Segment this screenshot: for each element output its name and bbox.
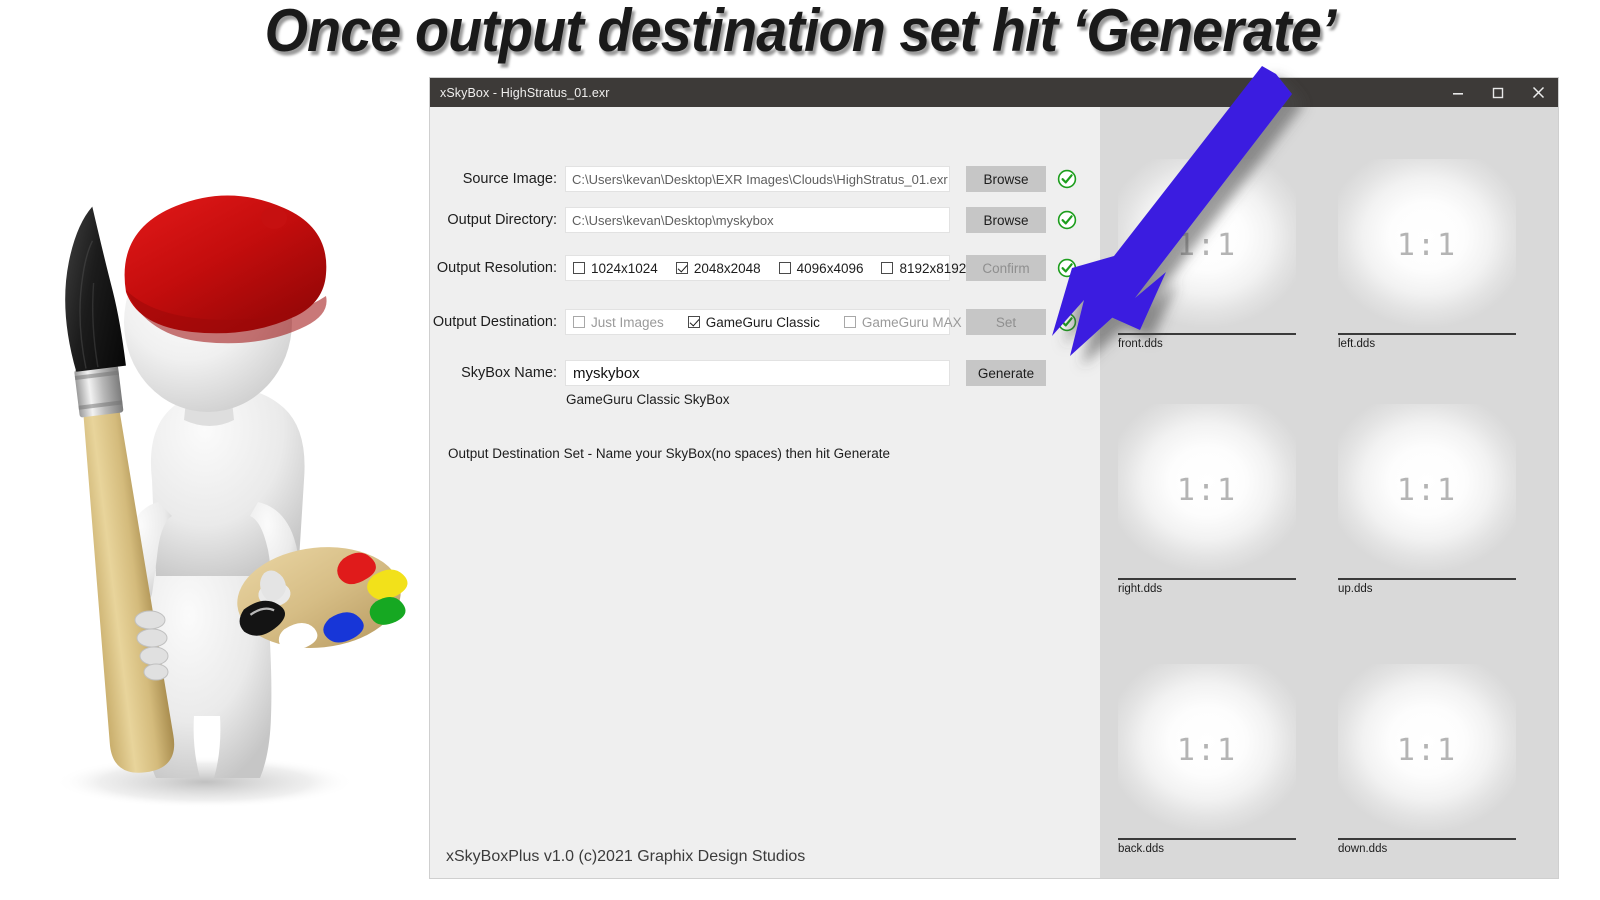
screenshot-root: xSkyBox - HighStratus_01.exr Source Imag… xyxy=(0,0,1600,900)
window-titlebar[interactable]: xSkyBox - HighStratus_01.exr xyxy=(430,78,1558,107)
source-image-input[interactable]: C:\Users\kevan\Desktop\EXR Images\Clouds… xyxy=(565,166,950,192)
checkbox-label-1024: 1024x1024 xyxy=(591,260,658,276)
thumbnail-ratio-down: 1:1 xyxy=(1396,732,1458,768)
source-browse-button[interactable]: Browse xyxy=(966,166,1046,192)
checkbox-box-gameguru-max xyxy=(843,316,856,328)
thumbnail-ratio-back: 1:1 xyxy=(1176,732,1238,768)
checkbox-box-2048 xyxy=(675,262,688,274)
thumbnail-down[interactable]: 1:1 down.dds xyxy=(1338,664,1516,862)
window-client-area: Source Image: C:\Users\kevan\Desktop\EXR… xyxy=(430,107,1558,878)
check-ok-icon-directory xyxy=(1057,210,1077,230)
thumbnail-ratio-up: 1:1 xyxy=(1396,472,1458,508)
thumbnail-left[interactable]: 1:1 left.dds xyxy=(1338,159,1516,357)
close-icon[interactable] xyxy=(1518,78,1558,107)
thumbnail-rule-down xyxy=(1338,838,1516,840)
checkbox-just-images[interactable]: Just Images xyxy=(573,315,664,330)
checkbox-box-1024 xyxy=(573,262,585,274)
window-controls xyxy=(1438,78,1558,107)
checkbox-label-gameguru-max: GameGuru MAX xyxy=(861,314,962,330)
thumbnail-right[interactable]: 1:1 right.dds xyxy=(1118,404,1296,602)
checkbox-label-4096: 4096x4096 xyxy=(796,260,864,276)
thumbnail-label-left: left.dds xyxy=(1338,338,1376,350)
settings-form: Source Image: C:\Users\kevan\Desktop\EXR… xyxy=(430,107,1100,878)
label-output-resolution: Output Resolution: xyxy=(436,260,557,276)
app-footer-text: xSkyBoxPlus v1.0 (c)2021 Graphix Design … xyxy=(446,848,806,865)
checkbox-box-8192 xyxy=(881,262,894,274)
skybox-name-input[interactable]: myskybox xyxy=(565,360,950,386)
mascot-illustration xyxy=(0,150,430,850)
thumbnail-back[interactable]: 1:1 back.dds xyxy=(1118,664,1296,862)
thumbnail-image-left: 1:1 xyxy=(1338,159,1516,331)
thumbnail-up[interactable]: 1:1 up.dds xyxy=(1338,404,1516,602)
checkbox-label-8192: 8192x8192 xyxy=(899,260,967,276)
confirm-button[interactable]: Confirm xyxy=(966,255,1046,281)
checkbox-1024x1024[interactable]: 1024x1024 xyxy=(573,261,658,276)
preview-panel: 1:1 front.dds 1:1 left.dds 1:1 right.dds… xyxy=(1100,107,1558,878)
checkbox-label-2048: 2048x2048 xyxy=(693,260,761,276)
resolution-options-group: 1024x1024 2048x2048 4096x4096 8192x8192 xyxy=(565,255,966,281)
thumbnail-ratio-front: 1:1 xyxy=(1176,227,1238,263)
output-directory-input[interactable]: C:\Users\kevan\Desktop\myskybox xyxy=(565,207,950,233)
destination-options-group: Just Images GameGuru Classic GameGuru MA… xyxy=(565,309,962,335)
directory-browse-button[interactable]: Browse xyxy=(966,207,1046,233)
thumbnail-rule-up xyxy=(1338,578,1516,580)
annotation-headline: Once output destination set hit ‘Generat… xyxy=(264,0,1337,64)
checkbox-box-4096 xyxy=(778,262,791,274)
thumbnail-rule-right xyxy=(1118,578,1296,580)
thumbnail-image-down: 1:1 xyxy=(1338,664,1516,836)
checkbox-label-just-images: Just Images xyxy=(591,314,664,330)
status-message: Output Destination Set - Name your SkyBo… xyxy=(448,446,890,461)
thumbnail-image-front: 1:1 xyxy=(1118,159,1296,331)
checkbox-box-gameguru-classic xyxy=(687,316,700,328)
generate-button[interactable]: Generate xyxy=(966,360,1046,386)
maximize-icon[interactable] xyxy=(1478,78,1518,107)
thumbnail-image-back: 1:1 xyxy=(1118,664,1296,836)
checkbox-8192x8192[interactable]: 8192x8192 xyxy=(881,261,966,276)
thumbnail-label-down: down.dds xyxy=(1338,843,1388,855)
label-output-directory: Output Directory: xyxy=(447,212,557,228)
label-output-destination: Output Destination: xyxy=(432,314,557,330)
label-skybox-name: SkyBox Name: xyxy=(461,365,557,381)
app-window: xSkyBox - HighStratus_01.exr Source Imag… xyxy=(430,78,1558,878)
thumbnail-label-front: front.dds xyxy=(1118,338,1163,350)
thumbnail-ratio-left: 1:1 xyxy=(1396,227,1458,263)
window-title: xSkyBox - HighStratus_01.exr xyxy=(440,85,610,100)
checkbox-2048x2048[interactable]: 2048x2048 xyxy=(675,260,761,276)
check-ok-icon-resolution xyxy=(1057,258,1077,278)
thumbnail-rule-front xyxy=(1118,333,1296,335)
thumbnail-front[interactable]: 1:1 front.dds xyxy=(1118,159,1296,357)
thumbnail-image-up: 1:1 xyxy=(1338,404,1516,576)
check-ok-icon-destination xyxy=(1057,312,1077,332)
checkbox-gameguru-max[interactable]: GameGuru MAX xyxy=(843,314,962,330)
thumbnail-label-up: up.dds xyxy=(1338,583,1373,595)
thumbnail-rule-back xyxy=(1118,838,1296,840)
row-skybox-name: SkyBox Name: myskybox Generate xyxy=(430,359,1100,387)
thumbnail-rule-left xyxy=(1338,333,1516,335)
minimize-icon[interactable] xyxy=(1438,78,1478,107)
checkbox-4096x4096[interactable]: 4096x4096 xyxy=(778,260,864,276)
row-output-directory: Output Directory: C:\Users\kevan\Desktop… xyxy=(430,206,1100,234)
row-source-image: Source Image: C:\Users\kevan\Desktop\EXR… xyxy=(430,165,1100,193)
checkbox-gameguru-classic[interactable]: GameGuru Classic xyxy=(687,314,820,330)
thumbnail-label-right: right.dds xyxy=(1118,583,1163,595)
thumbnail-label-back: back.dds xyxy=(1118,843,1165,855)
row-output-destination: Output Destination: Just Images GameGuru… xyxy=(430,308,1100,336)
set-button[interactable]: Set xyxy=(966,309,1046,335)
label-source-image: Source Image: xyxy=(462,171,557,187)
thumbnail-image-right: 1:1 xyxy=(1118,404,1296,576)
checkbox-label-gameguru-classic: GameGuru Classic xyxy=(705,314,820,330)
check-ok-icon-source xyxy=(1057,169,1077,189)
checkbox-box-just-images xyxy=(573,316,585,328)
thumbnail-ratio-right: 1:1 xyxy=(1176,472,1238,508)
row-output-resolution: Output Resolution: 1024x1024 2048x2048 4… xyxy=(430,254,1100,282)
skybox-type-note: GameGuru Classic SkyBox xyxy=(566,392,730,407)
